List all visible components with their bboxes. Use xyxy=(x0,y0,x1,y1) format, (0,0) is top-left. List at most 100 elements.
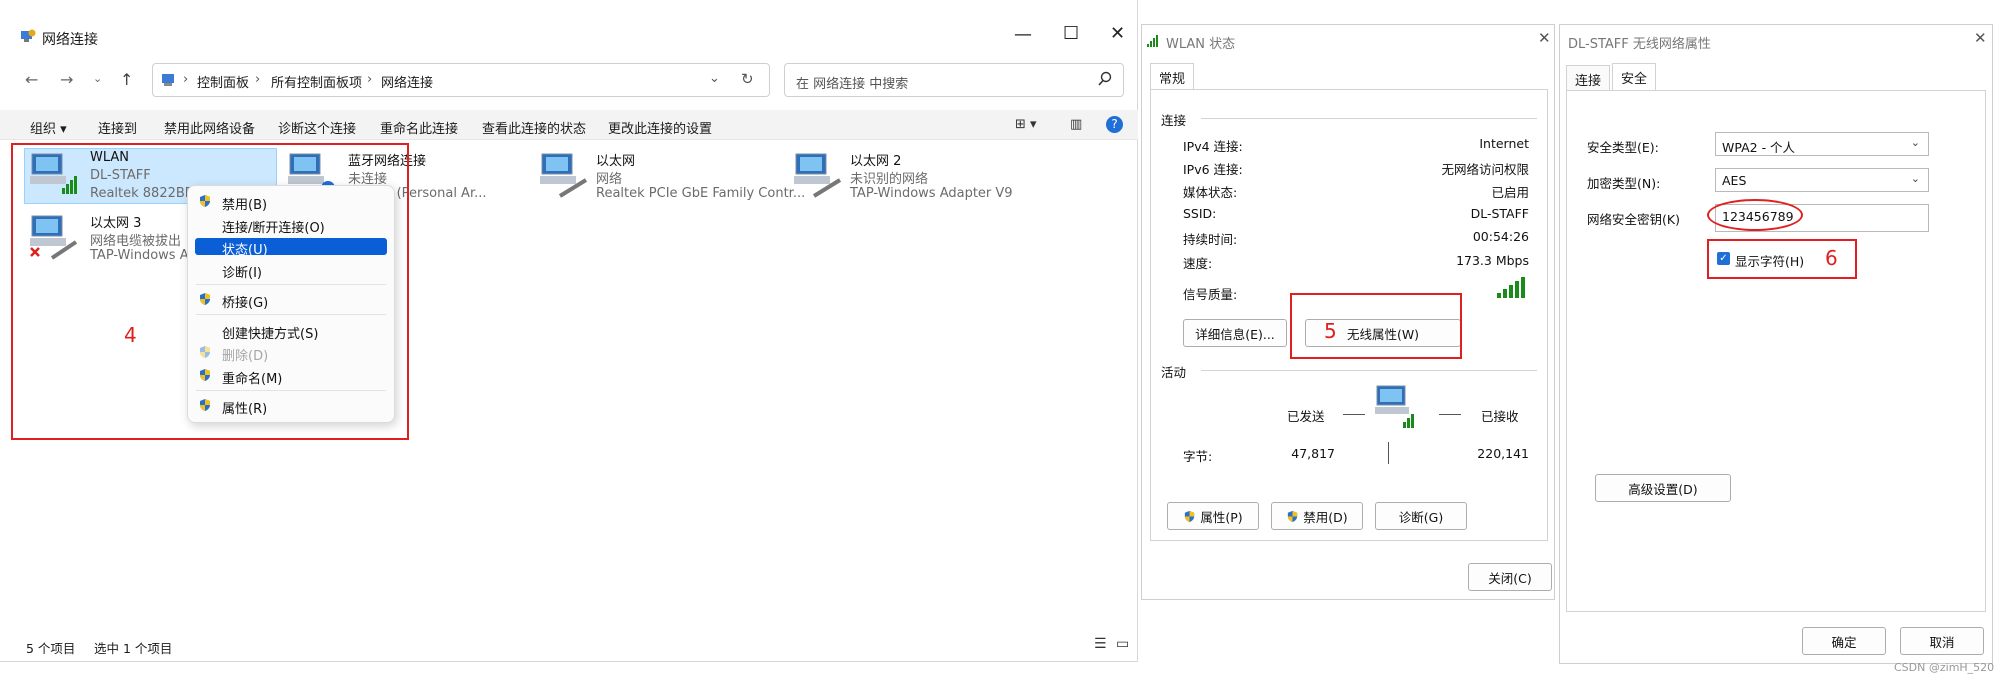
section-activity: 活动 xyxy=(1161,365,1187,380)
speed-label: 速度: xyxy=(1183,256,1213,271)
bytes-label: 字节: xyxy=(1183,449,1213,464)
tab-security[interactable]: 安全 xyxy=(1612,63,1657,91)
diagnose-button[interactable]: 诊断(G) xyxy=(1375,502,1467,530)
ssid-value: DL-STAFF xyxy=(1470,206,1529,221)
annotation-number-6: 6 xyxy=(1825,246,1838,270)
search-icon[interactable] xyxy=(1097,71,1113,87)
minimize-icon[interactable]: — xyxy=(1014,24,1032,45)
ipv6-label: IPv6 连接: xyxy=(1183,162,1243,177)
search-box[interactable]: 在 网络连接 中搜索 xyxy=(784,63,1124,97)
received-line xyxy=(1439,414,1461,415)
cancel-button[interactable]: 取消 xyxy=(1900,627,1984,655)
ok-button[interactable]: 确定 xyxy=(1802,627,1886,655)
preview-pane-icon[interactable]: ▥ xyxy=(1070,117,1082,132)
annotation-box-5 xyxy=(1290,293,1462,359)
section-connection: 连接 xyxy=(1161,113,1187,128)
breadcrumb-sep-icon: › xyxy=(255,72,261,87)
properties-button[interactable]: 属性(P) xyxy=(1167,502,1259,530)
help-icon[interactable]: ? xyxy=(1106,116,1123,133)
disable-button[interactable]: 禁用(D) xyxy=(1271,502,1363,530)
computer-network-icon xyxy=(1373,384,1419,430)
breadcrumb-network-connections[interactable]: 网络连接 xyxy=(381,72,433,91)
breadcrumb-sep-icon: › xyxy=(183,72,189,87)
close-icon[interactable]: ✕ xyxy=(1974,29,1987,47)
tiles-view-icon[interactable]: ▭ xyxy=(1116,636,1129,652)
breadcrumb-all-items[interactable]: 所有控制面板项 xyxy=(271,72,362,91)
signal-bars-icon xyxy=(1497,276,1527,298)
organize-button[interactable]: 组织 ▾ xyxy=(30,118,67,137)
up-icon[interactable]: ↑ xyxy=(120,70,133,89)
properties-button-label: 属性(P) xyxy=(1200,509,1243,525)
item-name: 以太网 2 xyxy=(850,154,902,169)
status-selected-count: 选中 1 个项目 xyxy=(94,641,173,656)
media-state-value: 已启用 xyxy=(1491,185,1529,200)
computer-ethernet-icon xyxy=(792,152,844,198)
change-settings-button[interactable]: 更改此连接的设置 xyxy=(608,118,712,137)
bytes-sent-value: 47,817 xyxy=(1291,446,1335,461)
ipv4-value: Internet xyxy=(1479,136,1529,151)
search-placeholder: 在 网络连接 中搜索 xyxy=(796,77,909,92)
view-options-icon[interactable]: ⊞ ▾ xyxy=(1015,117,1037,132)
uac-shield-icon xyxy=(1185,510,1195,522)
breadcrumb-control-panel[interactable]: 控制面板 xyxy=(197,72,249,91)
connection-item-ethernet[interactable]: 以太网 网络 Realtek PCIe GbE Family Contr... xyxy=(532,150,805,210)
signal-quality-label: 信号质量: xyxy=(1183,287,1238,302)
wireless-properties-dialog: DL-STAFF 无线网络属性 ✕ 连接 安全 安全类型(E): WPA2 - … xyxy=(1559,24,1993,664)
encryption-type-value: AES xyxy=(1722,173,1747,188)
item-name: 以太网 xyxy=(596,154,636,169)
tab-connection[interactable]: 连接 xyxy=(1566,65,1611,91)
screenshot: 网络连接 — ☐ ✕ ← → ⌄ ↑ › 控制面板 › 所有控制面板项 › 网络… xyxy=(0,0,2010,679)
view-status-button[interactable]: 查看此连接的状态 xyxy=(482,118,586,137)
wlan-status-dialog: WLAN 状态 ✕ 常规 连接 IPv4 连接: Internet IPv6 连… xyxy=(1141,24,1555,600)
uac-shield-icon xyxy=(1288,510,1298,522)
annotation-number-5: 5 xyxy=(1324,319,1337,343)
security-key-label: 网络安全密钥(K) xyxy=(1587,212,1680,227)
forward-icon[interactable]: → xyxy=(60,70,73,89)
encryption-type-select[interactable]: AES ⌄ xyxy=(1715,168,1929,192)
connection-item-ethernet-2[interactable]: 以太网 2 未识别的网络 TAP-Windows Adapter V9 xyxy=(786,150,1036,210)
address-dropdown-icon[interactable]: ⌄ xyxy=(709,71,720,86)
security-pane: 安全类型(E): WPA2 - 个人 ⌄ 加密类型(N): AES ⌄ 网络安全… xyxy=(1566,90,1986,612)
rename-button[interactable]: 重命名此连接 xyxy=(380,118,458,137)
dialog-title: DL-STAFF 无线网络属性 xyxy=(1568,37,1711,52)
control-panel-icon xyxy=(161,72,177,88)
tab-general[interactable]: 常规 xyxy=(1150,63,1195,89)
window-title: 网络连接 xyxy=(42,32,98,48)
sent-line xyxy=(1343,414,1365,415)
details-view-icon[interactable]: ☰ xyxy=(1094,636,1107,652)
speed-value: 173.3 Mbps xyxy=(1456,253,1529,268)
back-icon[interactable]: ← xyxy=(25,70,38,89)
diagnose-button[interactable]: 诊断这个连接 xyxy=(278,118,356,137)
item-network: 网络 xyxy=(596,172,623,187)
close-button[interactable]: 关闭(C) xyxy=(1468,563,1552,591)
details-button[interactable]: 详细信息(E)... xyxy=(1183,319,1287,347)
computer-ethernet-icon xyxy=(538,152,590,198)
chevron-down-icon: ⌄ xyxy=(1910,172,1920,185)
refresh-icon[interactable]: ↻ xyxy=(741,70,754,88)
recent-chevron-icon[interactable]: ⌄ xyxy=(93,72,102,85)
status-item-count: 5 个项目 xyxy=(26,641,76,656)
annotation-ellipse xyxy=(1707,199,1803,231)
network-connections-window: 网络连接 — ☐ ✕ ← → ⌄ ↑ › 控制面板 › 所有控制面板项 › 网络… xyxy=(0,0,1138,662)
duration-label: 持续时间: xyxy=(1183,232,1238,247)
bytes-divider xyxy=(1388,442,1389,464)
chevron-down-icon: ⌄ xyxy=(1910,136,1920,149)
security-type-select[interactable]: WPA2 - 个人 ⌄ xyxy=(1715,132,1929,156)
annotation-number-4: 4 xyxy=(124,323,137,347)
advanced-settings-button[interactable]: 高级设置(D) xyxy=(1595,474,1731,502)
security-type-label: 安全类型(E): xyxy=(1587,140,1659,155)
connect-to-button[interactable]: 连接到 xyxy=(98,118,137,137)
command-bar: 组织 ▾ 连接到 禁用此网络设备 诊断这个连接 重命名此连接 查看此连接的状态 … xyxy=(0,110,1138,140)
signal-icon xyxy=(1146,33,1160,47)
section-line xyxy=(1201,370,1537,371)
bytes-received-value: 220,141 xyxy=(1477,446,1529,461)
close-icon[interactable]: ✕ xyxy=(1538,29,1551,47)
item-network: 未识别的网络 xyxy=(850,172,929,187)
maximize-icon[interactable]: ☐ xyxy=(1063,23,1079,44)
received-label: 已接收 xyxy=(1481,409,1519,424)
address-bar[interactable]: › 控制面板 › 所有控制面板项 › 网络连接 ⌄ ↻ xyxy=(152,63,770,97)
disable-device-button[interactable]: 禁用此网络设备 xyxy=(164,118,255,137)
close-icon[interactable]: ✕ xyxy=(1110,23,1125,44)
watermark: CSDN @zimH_520 xyxy=(1894,661,1995,674)
disable-button-label: 禁用(D) xyxy=(1303,509,1348,525)
